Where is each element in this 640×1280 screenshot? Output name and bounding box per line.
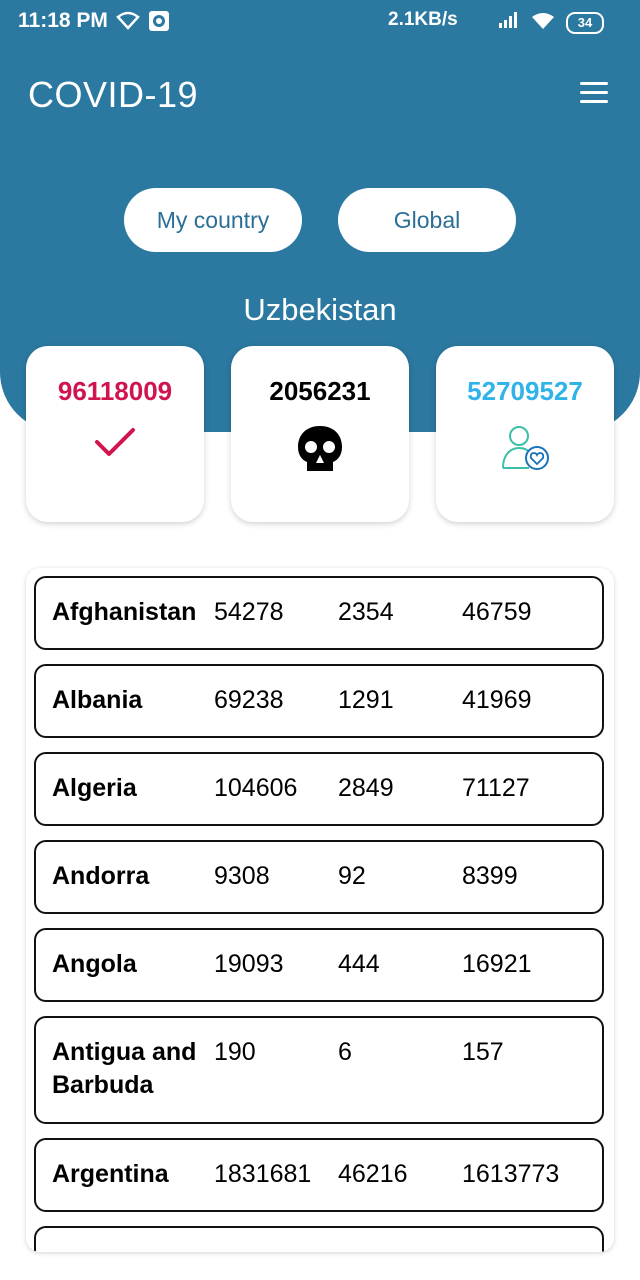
- confirmed-value: 19093: [214, 950, 284, 978]
- skull-icon: [296, 424, 344, 479]
- country-label: Andorra: [52, 862, 150, 890]
- list-item[interactable]: Argentina 1831681 46216 1613773: [34, 1138, 604, 1212]
- recovered-value: 46759: [462, 598, 532, 626]
- deaths-value: 444: [338, 950, 380, 978]
- recovered-value: 16921: [462, 950, 532, 978]
- confirmed-count: 96118009: [57, 376, 173, 406]
- list-item-partial[interactable]: [34, 1226, 604, 1252]
- deaths-value: 46216: [338, 1160, 408, 1188]
- deaths-card: 2056231: [231, 346, 409, 522]
- country-list[interactable]: Afghanistan 54278 2354 46759 Albania 692…: [26, 568, 614, 1252]
- deaths-count: 2056231: [269, 376, 371, 406]
- recovered-value: 157: [462, 1038, 504, 1066]
- record-icon: [148, 10, 170, 37]
- recovered-card: 52709527: [436, 346, 614, 522]
- confirmed-value: 9308: [214, 862, 270, 890]
- country-label: Antigua and Barbuda: [52, 1038, 197, 1099]
- recovered-value: 41969: [462, 686, 532, 714]
- tab-my-country[interactable]: My country: [124, 188, 302, 252]
- confirmed-value: 54278: [214, 598, 284, 626]
- recovered-person-icon: [499, 424, 551, 477]
- confirmed-value: 190: [214, 1038, 256, 1066]
- confirmed-card: 96118009: [26, 346, 204, 522]
- battery-icon: 34: [566, 11, 604, 34]
- confirmed-value: 104606: [214, 774, 298, 802]
- country-label: Algeria: [52, 774, 137, 802]
- deaths-value: 92: [338, 862, 366, 890]
- deaths-value: 6: [338, 1038, 352, 1066]
- country-label: Albania: [52, 686, 143, 714]
- list-item[interactable]: Angola 19093 444 16921: [34, 928, 604, 1002]
- tab-global[interactable]: Global: [338, 188, 516, 252]
- list-item[interactable]: Antigua and Barbuda 190 6 157: [34, 1016, 604, 1124]
- wifi-icon: [116, 10, 140, 37]
- country-label: Argentina: [52, 1160, 169, 1188]
- signal-icon: [498, 11, 520, 34]
- app-title: COVID-19: [28, 74, 199, 115]
- menu-icon[interactable]: [580, 82, 608, 104]
- wifi-icon: [530, 10, 556, 35]
- recovered-count: 52709527: [467, 376, 583, 406]
- recovered-value: 71127: [462, 774, 530, 802]
- list-item[interactable]: Andorra 9308 92 8399: [34, 840, 604, 914]
- status-time: 11:18 PM: [18, 9, 108, 32]
- country-name: Uzbekistan: [243, 292, 397, 327]
- status-bar: 11:18 PM 2.1KB/s 34: [0, 0, 640, 42]
- recovered-value: 8399: [462, 862, 518, 890]
- list-item[interactable]: Algeria 104606 2849 71127: [34, 752, 604, 826]
- country-label: Afghanistan: [52, 598, 197, 626]
- country-label: Angola: [52, 950, 137, 978]
- check-icon: [93, 424, 137, 465]
- network-speed: 2.1KB/s: [388, 9, 458, 30]
- deaths-value: 1291: [338, 686, 394, 714]
- confirmed-value: 69238: [214, 686, 284, 714]
- deaths-value: 2849: [338, 774, 394, 802]
- list-item[interactable]: Albania 69238 1291 41969: [34, 664, 604, 738]
- confirmed-value: 1831681: [214, 1160, 312, 1188]
- recovered-value: 1613773: [462, 1160, 560, 1188]
- list-item[interactable]: Afghanistan 54278 2354 46759: [34, 576, 604, 650]
- deaths-value: 2354: [338, 598, 394, 626]
